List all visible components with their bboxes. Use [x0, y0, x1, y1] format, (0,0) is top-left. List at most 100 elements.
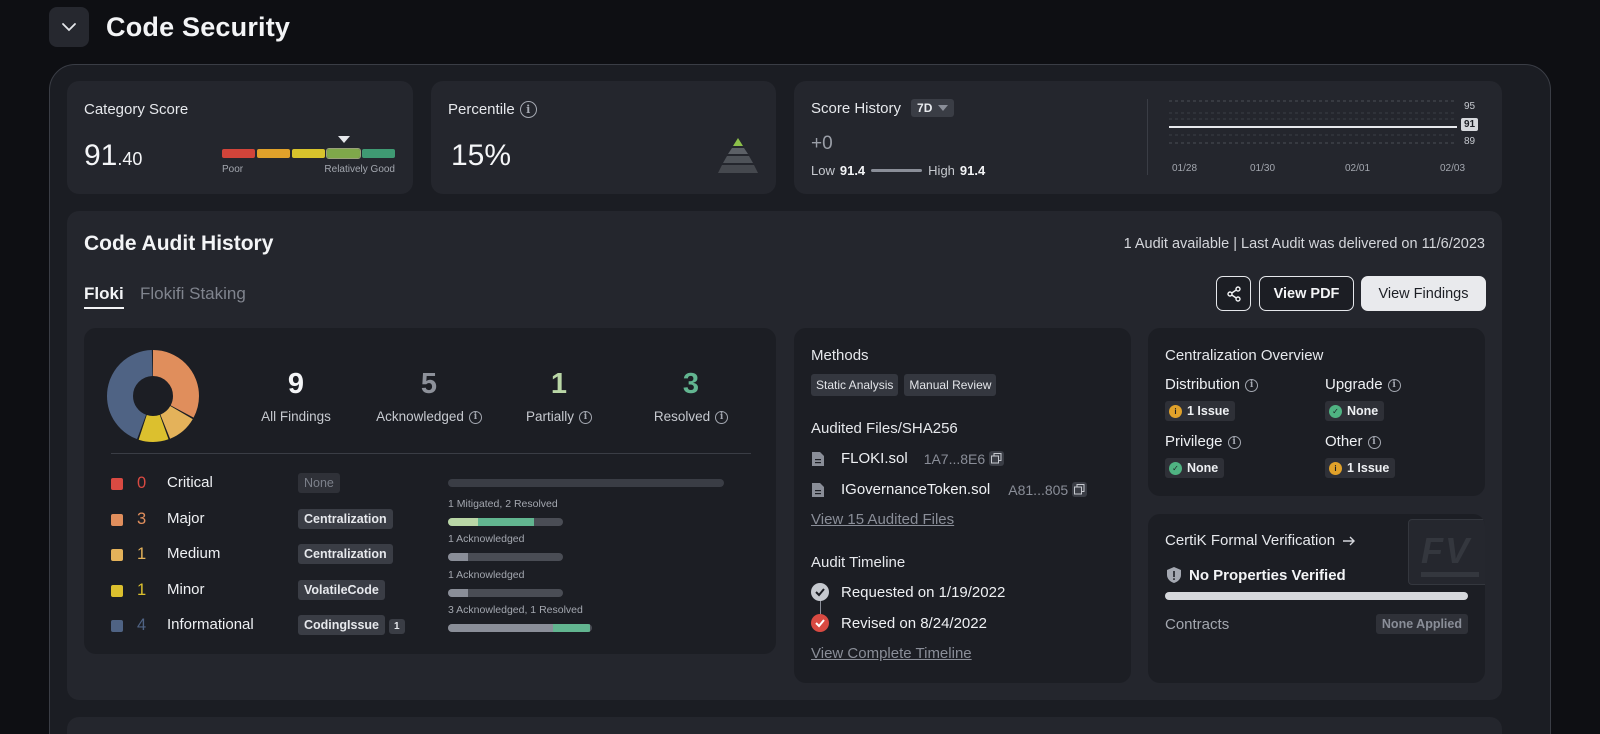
score-history-header: Score History 7D	[811, 99, 955, 117]
method-tag: Static Analysis	[811, 374, 899, 396]
severity-status-caption: 3 Acknowledged, 1 Resolved	[448, 604, 583, 616]
category-score-value: 91.40	[84, 139, 143, 172]
progress-segment	[553, 624, 590, 632]
share-button[interactable]	[1216, 276, 1251, 311]
code-audit-card: Code Audit History 1 Audit available | L…	[67, 211, 1502, 700]
category-tag: VolatileCode	[298, 580, 385, 600]
info-icon[interactable]: i	[1245, 378, 1259, 392]
severity-count: 0	[137, 474, 147, 492]
findings-panel: 9 All Findings 5 Acknowledged i 1 Partially i 3 R…	[84, 328, 776, 654]
next-card-edge	[67, 717, 1502, 734]
range-select[interactable]: 7D	[911, 99, 955, 117]
severity-tag-group: CodingIssue 1	[298, 615, 405, 635]
copy-icon[interactable]	[989, 451, 1005, 466]
severity-color	[111, 478, 123, 490]
score-history-card: Score History 7D +0 Low 91.4 High 91.4 9…	[794, 81, 1502, 194]
centralization-title: Centralization Overview	[1165, 347, 1324, 364]
chevron-down-icon	[62, 23, 76, 32]
progress-segment	[448, 589, 468, 597]
percentile-card: Percentile i 15%	[431, 81, 776, 194]
info-icon[interactable]: i	[1387, 378, 1401, 392]
copy-icon[interactable]	[1072, 482, 1088, 497]
shield-warning-icon	[1167, 567, 1181, 583]
methods-tags: Static Analysis Manual Review	[811, 374, 997, 396]
arrow-right-icon	[1343, 536, 1356, 545]
severity-row-critical: 0 Critical None	[111, 473, 751, 495]
centralization-status: i1 Issue	[1165, 401, 1236, 421]
centralization-item-privilege: Privilege i ✓ None	[1165, 433, 1241, 478]
severity-row-minor: 1 Minor VolatileCode 1 Acknowledged	[111, 569, 751, 602]
warning-circle-icon: i	[1169, 404, 1182, 418]
info-icon[interactable]: i	[715, 410, 729, 424]
centralization-label: Other i	[1325, 433, 1395, 450]
file-row: IGovernanceToken.sol A81...805	[811, 481, 1088, 498]
audit-summary: 1 Audit available | Last Audit was deliv…	[1123, 236, 1485, 252]
caret-down-icon	[938, 105, 949, 111]
info-icon[interactable]: i	[1227, 435, 1241, 449]
scale-pointer-icon	[338, 136, 350, 143]
section-header: Code Security	[49, 7, 290, 47]
tab-floki[interactable]: Floki	[84, 284, 124, 309]
severity-progress-bar	[448, 553, 563, 561]
score-history-chart: 95 91 89 01/28 01/30 02/01 02/03	[1169, 99, 1479, 179]
stat-label: All Findings	[261, 409, 331, 424]
view-pdf-button[interactable]: View PDF	[1259, 276, 1354, 311]
severity-color	[111, 585, 123, 597]
severity-color	[111, 514, 123, 526]
view-findings-button[interactable]: View Findings	[1361, 276, 1486, 311]
centralization-status: i1 Issue	[1325, 458, 1396, 478]
file-row: FLOKI.sol 1A7...8E6	[811, 450, 1005, 467]
info-icon[interactable]: i	[1367, 435, 1381, 449]
info-icon[interactable]: i	[579, 410, 592, 424]
view-complete-timeline-link[interactable]: View Complete Timeline	[811, 645, 972, 662]
card-divider	[1147, 99, 1148, 175]
scale-label-good: Relatively Good	[324, 164, 395, 175]
fv-contracts-value: None Applied	[1375, 614, 1468, 634]
fv-logo-bar	[1421, 572, 1479, 577]
info-icon[interactable]: i	[519, 101, 537, 119]
scale-segment	[222, 149, 255, 158]
scale-segment	[326, 148, 361, 159]
severity-tag-group: VolatileCode	[298, 580, 385, 600]
centralization-item-other: Other i i 1 Issue	[1325, 433, 1396, 478]
findings-donut-chart	[107, 350, 199, 442]
info-icon[interactable]: i	[468, 410, 482, 424]
severity-name: Medium	[167, 545, 221, 562]
stat-label: Acknowledged i	[359, 409, 499, 424]
audit-timeline-title: Audit Timeline	[811, 554, 906, 571]
percentile-value: 15%	[451, 139, 512, 172]
stat-value: 1	[550, 368, 568, 400]
share-icon	[1226, 285, 1241, 302]
centralization-item-upgrade: Upgrade i ✓ None	[1325, 376, 1401, 421]
tab-flokifi-staking[interactable]: Flokifi Staking	[140, 284, 246, 304]
centralization-panel: Centralization Overview Distribution i i 1 …	[1148, 328, 1485, 496]
severity-color	[111, 549, 123, 561]
y-label-top: 95	[1464, 101, 1476, 112]
finding-stat: 3 Resolved i	[621, 368, 761, 424]
file-icon	[812, 451, 824, 466]
severity-count: 1	[137, 545, 147, 563]
severity-name: Critical	[167, 474, 213, 491]
pyramid-icon	[718, 138, 758, 173]
severity-name: Informational	[167, 616, 254, 633]
code-security-panel: Category Score 91.40 Poor Relatively Goo…	[49, 64, 1551, 734]
methods-title: Methods	[811, 347, 869, 364]
check-circle-icon: ✓	[1169, 461, 1182, 475]
scale-label-poor: Poor	[222, 164, 244, 175]
view-audited-files-link[interactable]: View 15 Audited Files	[811, 511, 954, 528]
severity-status-caption: 1 Mitigated, 2 Resolved	[448, 498, 558, 510]
findings-divider	[111, 453, 751, 454]
range-bar	[871, 169, 923, 172]
scale-segment	[362, 149, 395, 158]
stat-value: 5	[420, 368, 438, 400]
severity-name: Minor	[167, 581, 205, 598]
centralization-status: ✓ None	[1165, 458, 1225, 478]
severity-row-major: 3 Major Centralization 1 Mitigated, 2 Resol…	[111, 498, 751, 531]
category-tag: CodingIssue	[298, 615, 386, 635]
collapse-button[interactable]	[49, 7, 89, 47]
severity-status-caption: 1 Acknowledged	[448, 533, 525, 545]
fv-title-link[interactable]: CertiK Formal Verification	[1165, 532, 1356, 549]
check-circle-icon: ✓	[1329, 404, 1342, 418]
category-score-label: Category Score	[84, 101, 189, 118]
method-tag: Manual Review	[904, 374, 997, 396]
